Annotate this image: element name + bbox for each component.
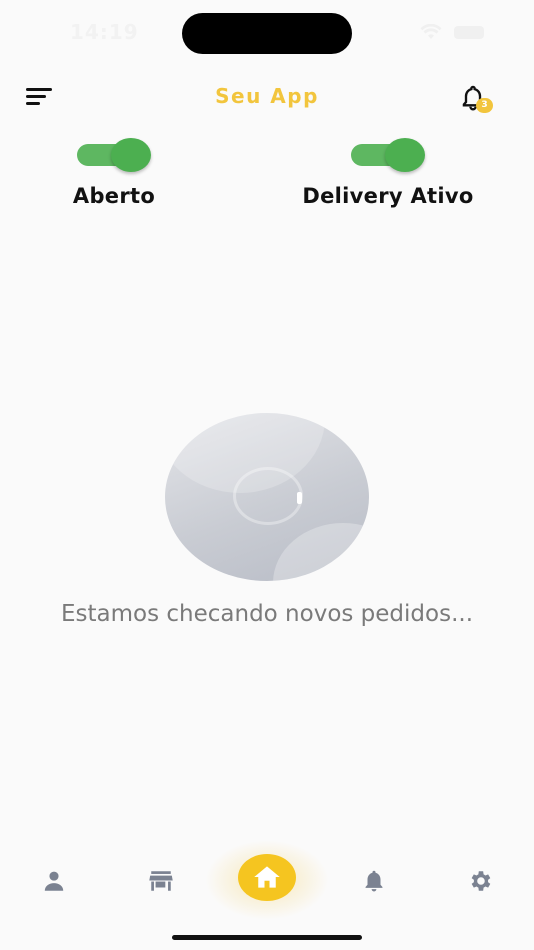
nav-profile-button[interactable] — [40, 868, 68, 894]
toggle-delivery-block: Delivery Ativo — [288, 138, 488, 208]
wifi-icon — [420, 24, 442, 39]
checking-orders-text: Estamos checando novos pedidos... — [60, 601, 474, 627]
status-time: 14:19 — [70, 20, 139, 44]
page-title: Seu App — [215, 84, 319, 108]
notifications-button[interactable]: 3 — [459, 84, 495, 116]
loading-spinner — [233, 467, 303, 525]
home-icon — [254, 866, 280, 888]
toggle-knob — [385, 138, 425, 172]
status-bar: 14:19 — [0, 0, 534, 64]
toggle-open-block: Aberto — [54, 138, 174, 208]
nav-settings-button[interactable] — [466, 868, 494, 894]
toggle-delivery-label: Delivery Ativo — [302, 184, 474, 208]
person-icon — [44, 871, 64, 891]
nav-notifications-button[interactable] — [360, 868, 388, 894]
toggle-knob — [111, 138, 151, 172]
dynamic-island — [182, 13, 352, 54]
toggle-delivery-switch[interactable] — [351, 138, 425, 172]
notification-count-badge: 3 — [476, 98, 493, 113]
store-icon — [149, 871, 173, 891]
loading-spinner-indicator — [297, 492, 302, 504]
home-indicator-bar — [172, 935, 362, 940]
toggle-open-switch[interactable] — [77, 138, 151, 172]
battery-icon — [454, 26, 484, 39]
nav-store-button[interactable] — [147, 868, 175, 894]
gear-icon — [471, 871, 491, 891]
toggle-open-label: Aberto — [72, 184, 156, 208]
bottom-navigation — [0, 840, 534, 920]
nav-home-button[interactable] — [238, 854, 296, 901]
bell-icon — [365, 870, 383, 892]
